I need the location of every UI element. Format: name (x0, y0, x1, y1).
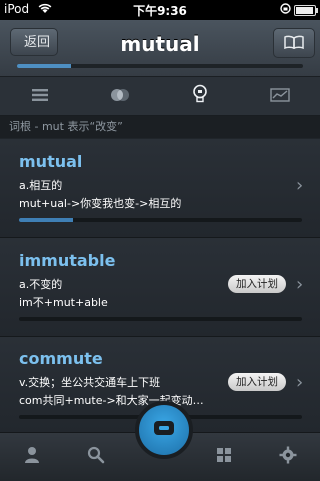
word-definition: v.交换；坐公共交通车上下班 (19, 376, 161, 389)
person-icon (23, 446, 41, 468)
tab-list[interactable] (0, 77, 80, 115)
add-to-plan-button[interactable]: 加入计划 (228, 373, 286, 391)
center-home-button[interactable] (135, 401, 193, 459)
list-icon (31, 87, 49, 106)
search-icon (87, 446, 105, 468)
book-button[interactable] (273, 28, 315, 58)
gear-icon (279, 446, 297, 468)
word-definition: a.相互的 (19, 179, 63, 192)
word-title: immutable (19, 251, 116, 270)
center-home-icon (153, 420, 175, 440)
chevron-right-icon: › (296, 274, 304, 295)
battery-icon (294, 5, 318, 16)
book-icon (284, 34, 304, 53)
lightbulb-icon (192, 84, 208, 108)
tab-grid[interactable] (192, 433, 256, 481)
rotation-lock-icon (280, 3, 291, 17)
root-header: 词根 - mut 表示“改变” (0, 116, 320, 138)
status-bar: iPod 下午9:36 (0, 0, 320, 20)
tab-stats[interactable] (240, 77, 320, 115)
bottom-tab-bar (0, 401, 320, 481)
tab-tips[interactable] (160, 77, 240, 115)
cards-icon (109, 87, 131, 106)
word-progress-bar (19, 218, 302, 222)
tab-search[interactable] (64, 433, 128, 481)
grid-icon (216, 447, 232, 467)
chevron-right-icon: › (296, 372, 304, 393)
word-card-immutable[interactable]: immutable a.不变的 im不+mut+able 加入计划 › (0, 238, 320, 337)
study-progress-bar (17, 64, 303, 68)
tab-cards[interactable] (80, 77, 160, 115)
add-to-plan-button[interactable]: 加入计划 (228, 275, 286, 293)
chevron-right-icon: › (296, 175, 304, 196)
view-tabs (0, 77, 320, 116)
word-card-mutual[interactable]: mutual a.相互的 mut+ual->你变我也变->相互的 › (0, 139, 320, 238)
word-etymology: mut+ual->你变我也变->相互的 (19, 197, 182, 210)
word-title: mutual (19, 152, 83, 171)
clock: 下午9:36 (133, 4, 187, 18)
chart-icon (270, 87, 290, 106)
word-etymology: im不+mut+able (19, 296, 108, 309)
page-title: mutual (120, 32, 200, 56)
tab-settings[interactable] (256, 433, 320, 481)
tab-profile[interactable] (0, 433, 64, 481)
word-definition: a.不变的 (19, 278, 63, 291)
navigation-bar: 返回 mutual (0, 20, 320, 77)
word-progress-bar (19, 317, 302, 321)
word-title: commute (19, 349, 103, 368)
